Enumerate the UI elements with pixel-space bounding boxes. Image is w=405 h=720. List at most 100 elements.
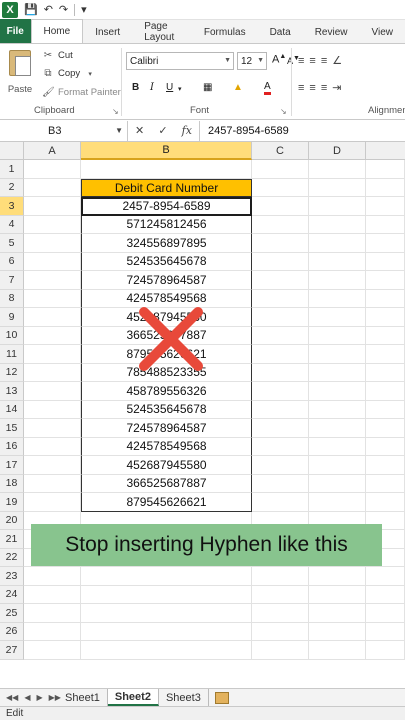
table-cell[interactable]: 452687945580 [81,456,252,475]
table-cell[interactable]: 324556897895 [81,234,252,253]
row-header[interactable]: 9 [0,308,24,327]
italic-button[interactable]: I [150,82,154,93]
grid-cell[interactable] [309,474,366,493]
grid-cell[interactable] [366,419,405,438]
grid-cell[interactable] [24,271,81,290]
row-header[interactable]: 13 [0,382,24,401]
grid-cell[interactable] [252,345,309,364]
row-header[interactable]: 15 [0,419,24,438]
grid-cell[interactable] [24,252,81,271]
grid-cell[interactable] [252,456,309,475]
grid-cell[interactable] [24,160,81,179]
column-header-d[interactable]: D [309,142,366,160]
sheet-tab-sheet3[interactable]: Sheet3 [159,689,209,706]
grid-cell[interactable] [24,178,81,197]
row-header[interactable]: 20 [0,511,24,530]
grid-cell[interactable] [252,437,309,456]
new-sheet-icon[interactable] [214,691,229,704]
grid-cell[interactable] [252,215,309,234]
grid-cell[interactable] [24,308,81,327]
grid-cell[interactable] [366,215,405,234]
grid-cell[interactable] [252,493,309,512]
grid-cell[interactable] [309,252,366,271]
function-icon[interactable]: fx [182,124,192,137]
grid-cell[interactable] [24,197,81,216]
fill-color-icon[interactable]: ▲ [233,82,243,93]
grid-cell[interactable] [366,474,405,493]
table-cell[interactable]: 524535645678 [81,252,252,271]
grid-cell[interactable] [252,197,309,216]
row-header[interactable]: 25 [0,604,24,623]
grid-cell[interactable] [309,585,366,604]
grid-cell[interactable] [252,178,309,197]
cut-button[interactable]: ✂ Cut [42,50,73,61]
grid-cell[interactable] [24,382,81,401]
grid-cell[interactable] [309,622,366,641]
grid-cell[interactable] [252,308,309,327]
row-header[interactable]: 10 [0,326,24,345]
font-color-icon[interactable]: A [264,82,271,95]
row-header[interactable]: 23 [0,567,24,586]
grid-cell[interactable] [366,271,405,290]
row-header[interactable]: 3 [0,197,24,216]
grid-cell[interactable] [252,271,309,290]
column-header-b[interactable]: B [81,142,252,160]
grid-cell[interactable] [24,474,81,493]
grid-cell[interactable] [24,289,81,308]
chevron-down-icon[interactable]: ▾ [81,3,87,16]
paste-button[interactable]: Paste [6,50,34,95]
dialog-launcher-icon[interactable]: ↘ [280,107,287,116]
grid-cell[interactable] [24,345,81,364]
grid-cell[interactable] [366,567,405,586]
grid-cell[interactable] [309,178,366,197]
grid-cell[interactable] [24,585,81,604]
grid-cell[interactable] [309,289,366,308]
grid-cell[interactable] [252,641,309,660]
grid-cell[interactable] [366,400,405,419]
tab-data[interactable]: Data [258,21,303,43]
dialog-launcher-icon[interactable]: ↘ [112,107,119,116]
row-header[interactable]: 12 [0,363,24,382]
grid-cell[interactable] [252,585,309,604]
copy-button[interactable]: ⧉ Copy ▾ [42,68,96,79]
row-header[interactable]: 24 [0,585,24,604]
grid-cell[interactable] [309,567,366,586]
table-cell[interactable]: 458789556326 [81,382,252,401]
grid-cell[interactable] [366,160,405,179]
grid-cell[interactable] [252,419,309,438]
grid-cell[interactable] [366,456,405,475]
grid-cell[interactable] [309,326,366,345]
grid-cell[interactable] [309,382,366,401]
grid-cell[interactable] [24,456,81,475]
row-header[interactable]: 17 [0,456,24,475]
grid-cell[interactable] [81,604,252,623]
column-header-a[interactable]: A [24,142,81,160]
row-header[interactable]: 21 [0,530,24,549]
grid-cell[interactable] [81,585,252,604]
grid-cell[interactable] [81,160,252,179]
grid-cell[interactable] [81,622,252,641]
grid-cell[interactable] [366,622,405,641]
grid-cell[interactable] [24,493,81,512]
select-all-corner[interactable] [0,142,24,160]
grid-cell[interactable] [366,604,405,623]
grid-cell[interactable] [24,567,81,586]
grid-cell[interactable] [252,400,309,419]
column-header-e[interactable] [366,142,405,160]
grid-cell[interactable] [366,197,405,216]
tab-view[interactable]: View [360,21,405,43]
next-sheet-icon[interactable]: ▶ [36,693,42,702]
grid-cell[interactable] [81,567,252,586]
grid-cell[interactable] [366,326,405,345]
row-header[interactable]: 1 [0,160,24,179]
grow-font-icon[interactable]: A▲ [272,53,286,66]
row-header[interactable]: 7 [0,271,24,290]
row-header[interactable]: 2 [0,178,24,197]
grid-cell[interactable] [309,604,366,623]
grid-cell[interactable] [24,215,81,234]
grid-cell[interactable] [252,382,309,401]
row-header[interactable]: 22 [0,548,24,567]
grid-cell[interactable] [366,289,405,308]
row-header[interactable]: 5 [0,234,24,253]
tab-home[interactable]: Home [30,19,84,43]
